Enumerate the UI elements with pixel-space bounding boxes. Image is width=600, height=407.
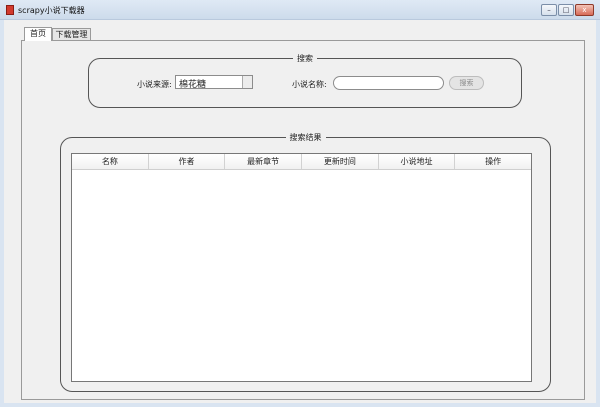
column-header-novel-url[interactable]: 小说地址 [379,154,456,169]
column-header-latest-chapter[interactable]: 最新章节 [225,154,303,169]
results-group-legend: 搜索结果 [285,132,326,143]
novel-name-input[interactable] [333,76,444,90]
search-group-legend: 搜索 [293,53,317,64]
minimize-button[interactable]: – [541,4,557,16]
results-table[interactable]: 名称 作者 最新章节 更新时间 小说地址 操作 [71,153,532,382]
results-group: 搜索结果 名称 作者 最新章节 更新时间 小说地址 操作 [60,132,551,392]
dropdown-arrow-icon[interactable] [242,76,252,88]
search-group: 搜索 小说来源: 棉花糖 小说名称: 搜索 [88,53,522,108]
novel-name-label: 小说名称: [292,80,327,89]
maximize-button[interactable]: □ [558,4,574,16]
source-select-value: 棉花糖 [179,80,207,90]
search-button[interactable]: 搜索 [449,76,484,90]
close-button[interactable]: x [575,4,594,16]
home-tab-panel: 搜索 小说来源: 棉花糖 小说名称: 搜索 搜索结果 名称 作者 最新章节 更新… [21,40,585,400]
window-client: 首页 下载管理 搜索 小说来源: 棉花糖 小说名称: 搜索 搜索结果 名称 作者… [4,20,596,403]
column-header-name[interactable]: 名称 [72,154,149,169]
column-header-action[interactable]: 操作 [455,154,531,169]
tab-home[interactable]: 首页 [24,27,52,41]
app-icon [6,5,14,15]
results-table-header: 名称 作者 最新章节 更新时间 小说地址 操作 [72,154,531,170]
window-title: scrapy小说下载器 [18,6,85,15]
source-select[interactable]: 棉花糖 [175,75,253,90]
column-header-update-time[interactable]: 更新时间 [302,154,379,169]
source-label: 小说来源: [137,80,172,89]
column-header-author[interactable]: 作者 [149,154,226,169]
title-bar: scrapy小说下载器 – □ x [0,0,600,20]
